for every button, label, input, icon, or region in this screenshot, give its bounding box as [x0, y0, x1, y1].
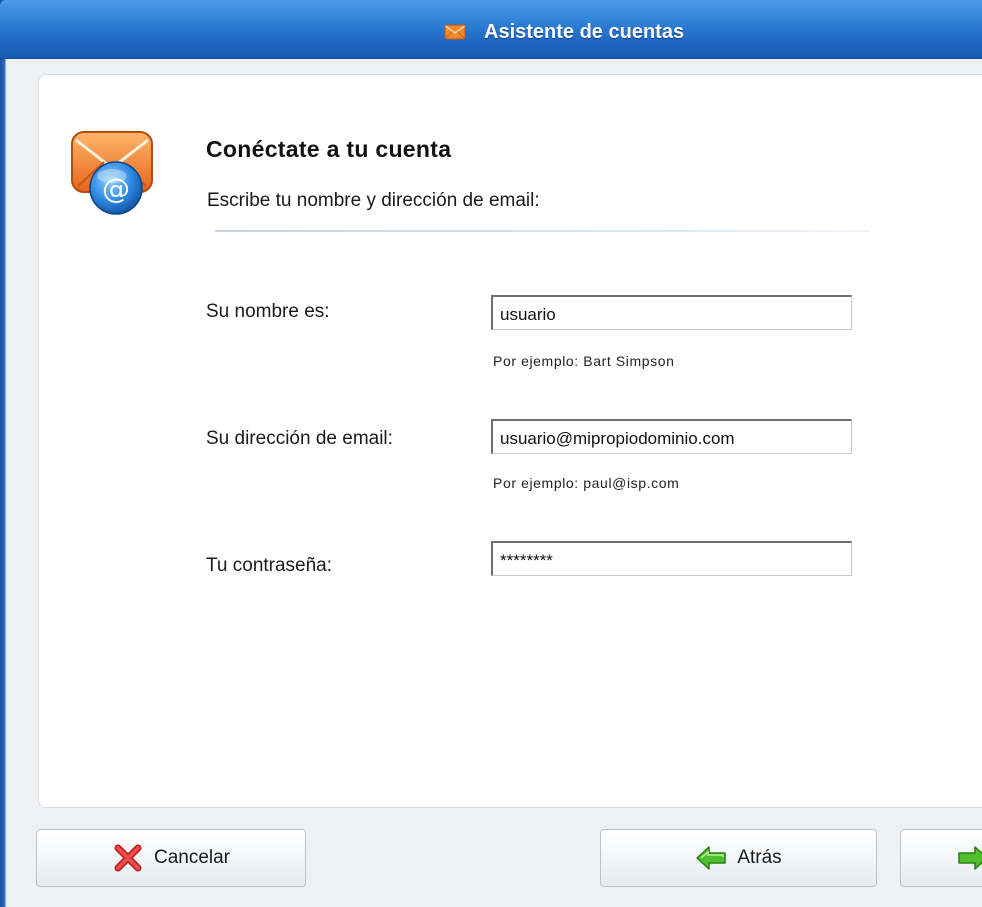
password-label: Tu contraseña: — [206, 555, 333, 576]
back-button[interactable]: Atrás — [600, 829, 877, 887]
title-wrap: Asistente de cuentas — [444, 19, 684, 45]
password-input[interactable] — [491, 541, 852, 576]
divider — [215, 230, 870, 232]
back-button-label: Atrás — [737, 847, 782, 868]
email-hint: Por ejemplo: paul@isp.com — [493, 475, 680, 491]
green-right-arrow-icon — [958, 846, 982, 870]
window-title: Asistente de cuentas — [484, 20, 685, 43]
next-button[interactable] — [900, 829, 982, 887]
cancel-button[interactable]: Cancelar — [36, 829, 306, 887]
mail-at-icon: @ — [71, 131, 153, 215]
email-input[interactable] — [491, 419, 852, 454]
page-title: Conéctate a tu cuenta — [206, 136, 452, 162]
envelope-icon — [444, 24, 466, 40]
green-left-arrow-icon — [696, 846, 727, 870]
svg-text:@: @ — [102, 172, 130, 205]
title-bar[interactable]: Asistente de cuentas — [0, 0, 982, 59]
name-hint: Por ejemplo: Bart Simpson — [493, 353, 675, 369]
window-left-border — [0, 0, 12, 907]
red-x-icon — [114, 844, 142, 872]
account-wizard-window: Asistente de cuentas @ Conéctate a tu cu… — [0, 0, 982, 907]
name-input[interactable] — [491, 295, 852, 330]
name-label: Su nombre es: — [206, 301, 330, 322]
page-subtitle: Escribe tu nombre y dirección de email: — [207, 190, 540, 211]
cancel-button-label: Cancelar — [153, 847, 231, 868]
email-label: Su dirección de email: — [206, 428, 393, 449]
